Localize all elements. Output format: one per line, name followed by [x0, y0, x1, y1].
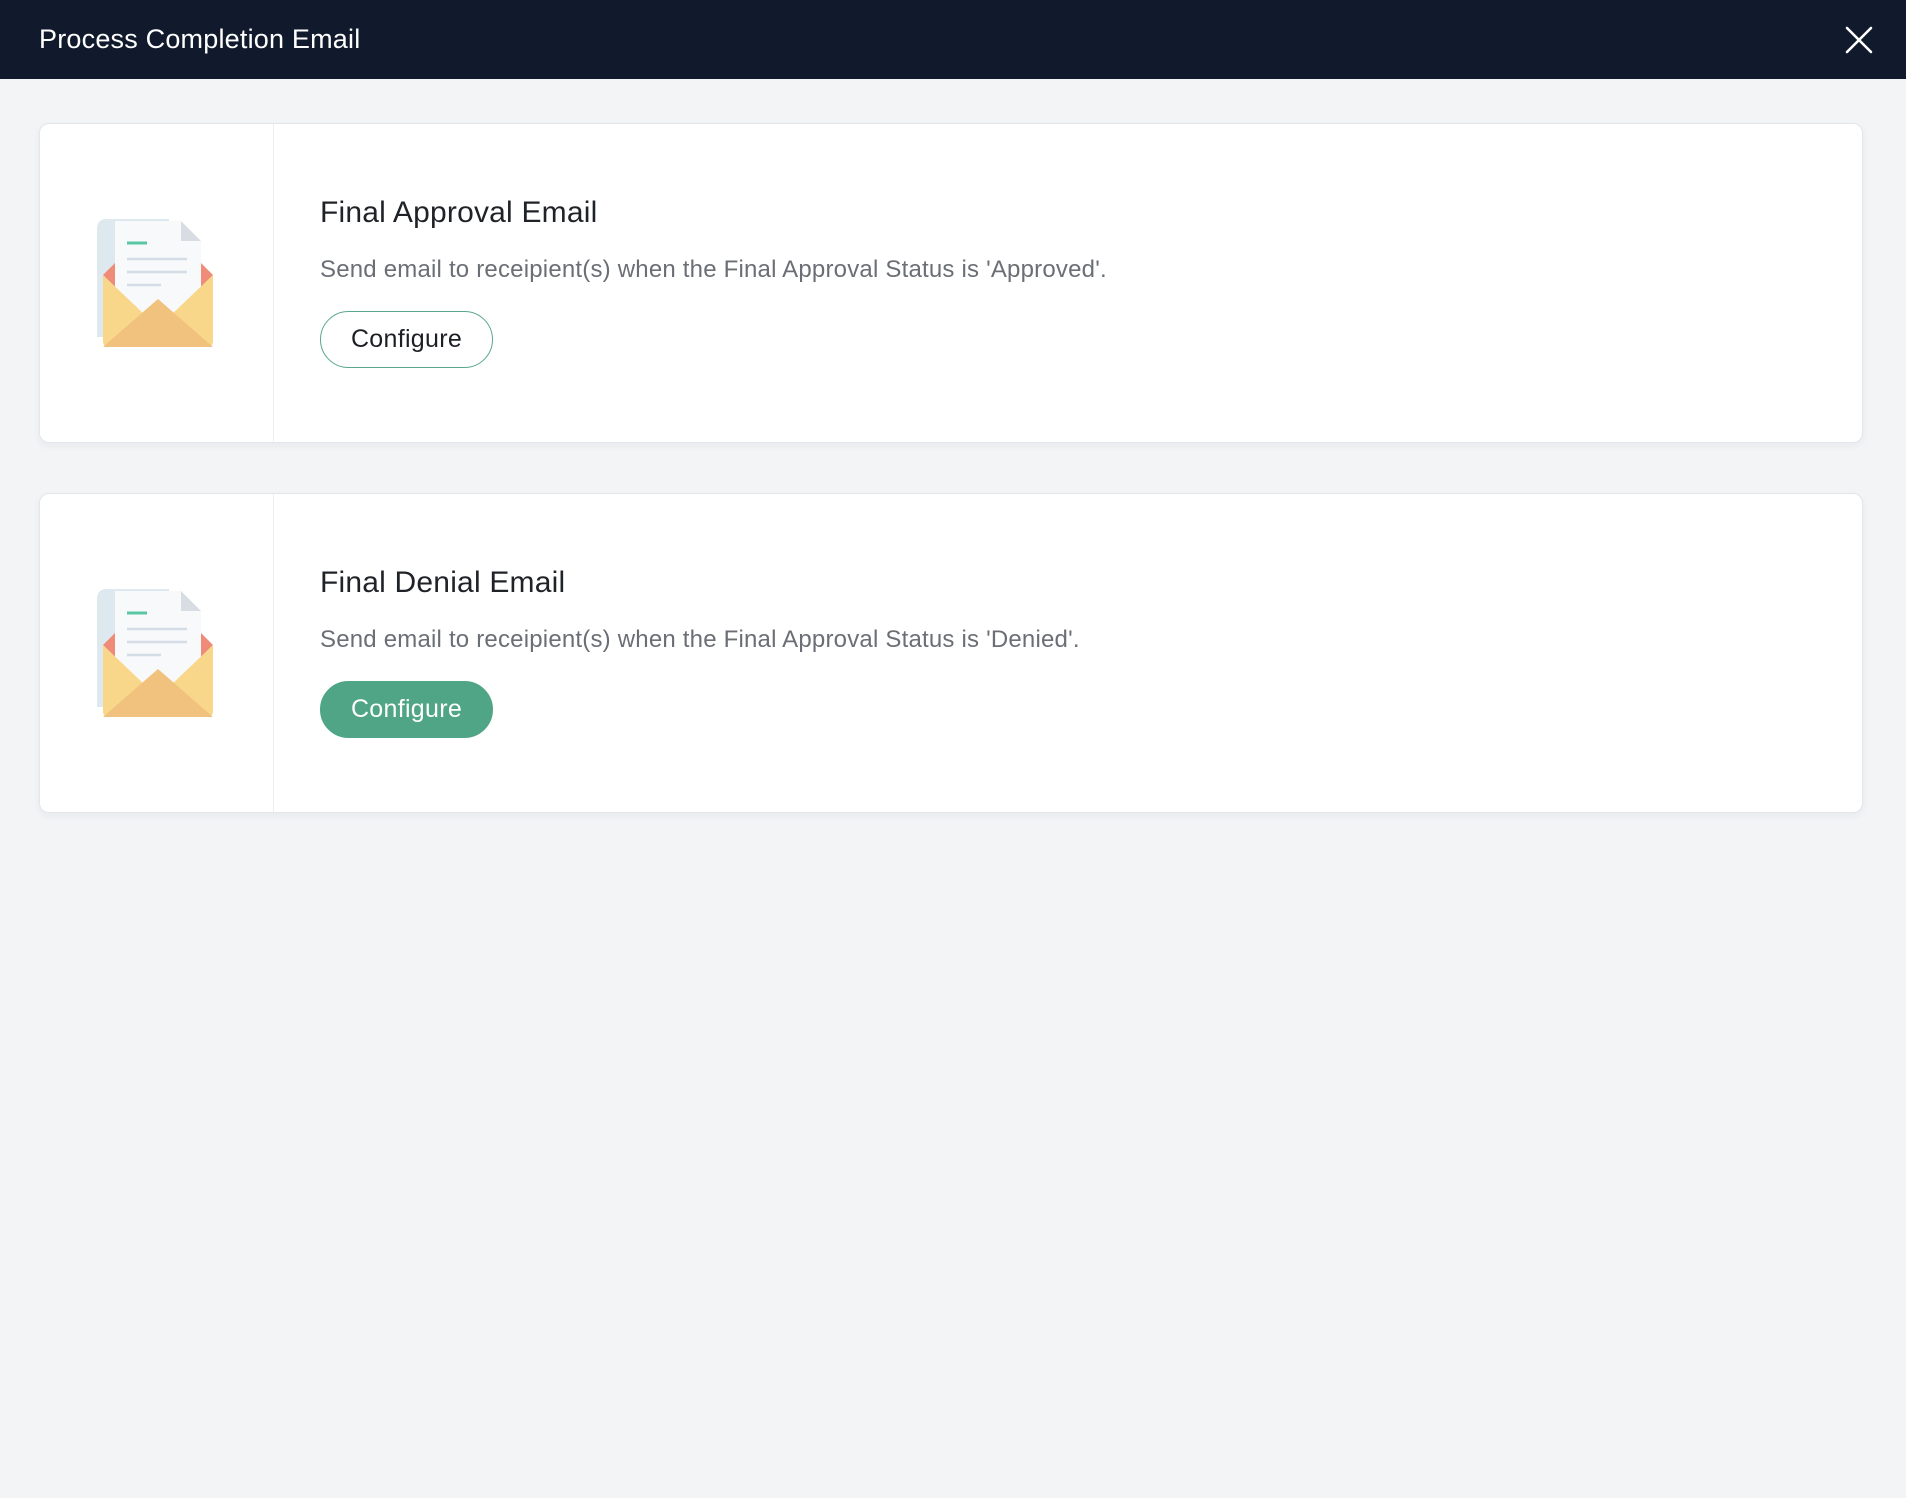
approval-email-card: Final Approval Email Send email to recei…: [39, 123, 1863, 443]
card-list: Final Approval Email Send email to recei…: [39, 123, 1863, 863]
envelope-letter-icon: [96, 219, 213, 347]
modal-header: Process Completion Email: [0, 0, 1906, 79]
card-content: Final Approval Email Send email to recei…: [274, 124, 1862, 442]
configure-denial-button[interactable]: Configure: [320, 681, 493, 738]
card-description: Send email to receipient(s) when the Fin…: [320, 256, 1107, 283]
card-content: Final Denial Email Send email to receipi…: [274, 494, 1862, 812]
envelope-letter-icon: [96, 589, 213, 717]
card-title: Final Approval Email: [320, 196, 598, 229]
denial-email-card: Final Denial Email Send email to receipi…: [39, 493, 1863, 813]
page-title: Process Completion Email: [39, 24, 361, 54]
card-title: Final Denial Email: [320, 566, 566, 599]
close-icon[interactable]: [1844, 25, 1874, 55]
card-description: Send email to receipient(s) when the Fin…: [320, 626, 1080, 653]
card-icon-column: [40, 124, 274, 442]
card-icon-column: [40, 494, 274, 812]
configure-approval-button[interactable]: Configure: [320, 311, 493, 368]
close-button[interactable]: [1836, 17, 1882, 63]
